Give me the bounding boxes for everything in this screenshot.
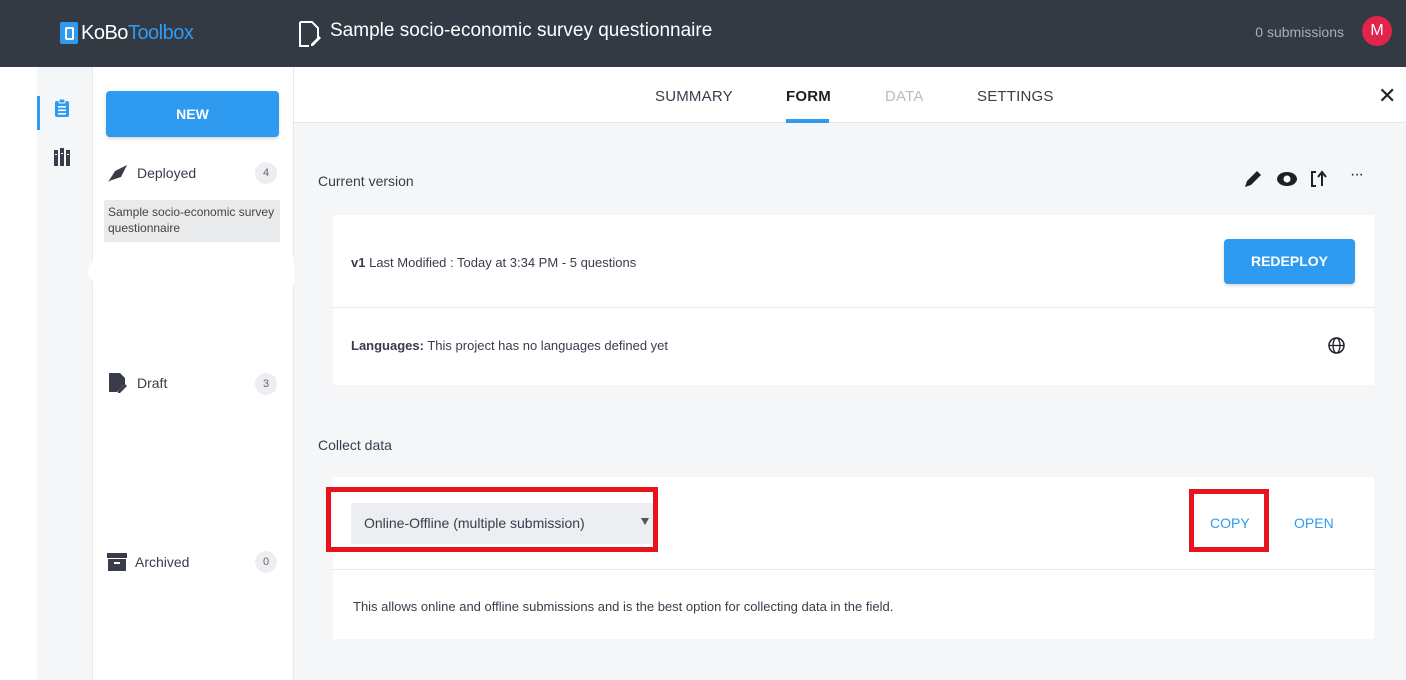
languages-label: Languages: bbox=[351, 338, 424, 353]
open-link[interactable]: OPEN bbox=[1294, 515, 1334, 531]
asset-list-item[interactable]: Sample socio-economic survey questionnai… bbox=[104, 200, 280, 242]
logo-toolbox-text: Toolbox bbox=[127, 21, 194, 44]
logo-kobo-text: KoBo bbox=[81, 21, 128, 44]
deployed-label: Deployed bbox=[137, 165, 197, 181]
user-avatar[interactable]: M bbox=[1362, 16, 1392, 46]
library-icon[interactable] bbox=[54, 148, 70, 166]
replace-icon[interactable] bbox=[1308, 168, 1330, 190]
sidebar-item-draft[interactable]: Draft bbox=[107, 372, 167, 394]
version-tag: v1 bbox=[351, 255, 366, 270]
tab-form[interactable]: FORM bbox=[786, 88, 831, 105]
current-version-label: Current version bbox=[318, 173, 414, 189]
pencil-icon[interactable] bbox=[1242, 168, 1264, 190]
archive-icon bbox=[107, 553, 127, 571]
divider bbox=[333, 569, 1374, 570]
draft-icon bbox=[109, 373, 127, 393]
eye-icon[interactable] bbox=[1276, 168, 1298, 190]
collect-data-label: Collect data bbox=[318, 437, 392, 453]
project-title: Sample socio-economic survey questionnai… bbox=[330, 20, 713, 41]
sidebar-item-archived[interactable]: Archived bbox=[107, 551, 189, 573]
tab-summary[interactable]: SUMMARY bbox=[655, 88, 733, 105]
more-icon[interactable]: ··· bbox=[1350, 166, 1372, 188]
select-highlight-annotation bbox=[326, 487, 658, 552]
sidebar-item-deployed[interactable]: Deployed bbox=[107, 162, 196, 184]
copy-highlight-annotation bbox=[1189, 489, 1269, 552]
collect-description: This allows online and offline submissio… bbox=[353, 599, 894, 614]
tab-data[interactable]: DATA bbox=[885, 88, 924, 105]
sidebar-placeholder bbox=[88, 257, 306, 285]
globe-icon[interactable] bbox=[1328, 337, 1345, 354]
version-info: Last Modified : Today at 3:34 PM - 5 que… bbox=[369, 255, 637, 270]
deployed-count-badge: 4 bbox=[255, 162, 277, 184]
submissions-count: 0 submissions bbox=[1255, 24, 1344, 40]
draft-label: Draft bbox=[137, 375, 168, 391]
rocket-icon bbox=[108, 165, 127, 182]
archived-count-badge: 0 bbox=[255, 551, 277, 573]
kobotoolbox-logo[interactable]: KoBo Toolbox bbox=[60, 18, 194, 48]
archived-label: Archived bbox=[135, 554, 190, 570]
new-button[interactable]: NEW bbox=[106, 91, 279, 137]
draft-count-badge: 3 bbox=[255, 373, 277, 395]
languages-text: This project has no languages defined ye… bbox=[427, 338, 669, 353]
icon-rail bbox=[0, 67, 37, 680]
divider bbox=[333, 307, 1374, 308]
form-file-icon bbox=[299, 21, 321, 47]
clipboard-icon[interactable] bbox=[54, 99, 70, 117]
close-icon[interactable]: ✕ bbox=[1378, 83, 1396, 109]
version-row: v1 Last Modified : Today at 3:34 PM - 5 … bbox=[351, 255, 636, 270]
active-tab-indicator bbox=[786, 119, 829, 123]
redeploy-button[interactable]: REDEPLOY bbox=[1224, 239, 1355, 284]
languages-row: Languages: This project has no languages… bbox=[351, 338, 668, 353]
rail-active-indicator bbox=[37, 96, 40, 130]
tab-settings[interactable]: SETTINGS bbox=[977, 88, 1054, 105]
current-version-card bbox=[333, 215, 1374, 385]
tabs-bar bbox=[294, 67, 1406, 123]
logo-icon bbox=[60, 22, 78, 44]
